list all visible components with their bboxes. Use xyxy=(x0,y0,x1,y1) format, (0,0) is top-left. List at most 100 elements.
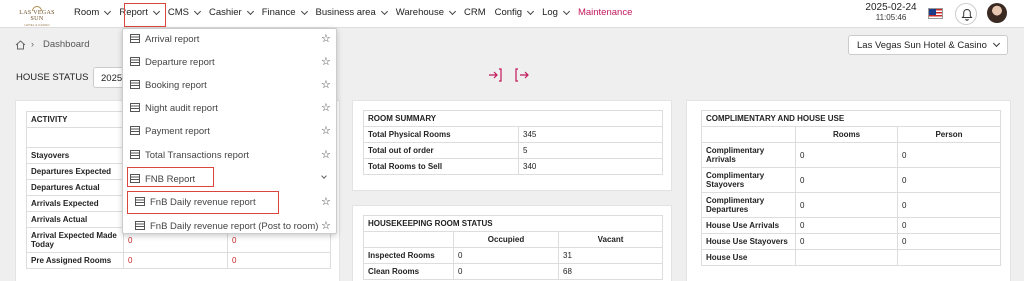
star-outline-icon[interactable]: ☆ xyxy=(321,57,331,68)
chevron-down-icon xyxy=(448,7,457,15)
row-label: Total Rooms to Sell xyxy=(363,158,519,175)
check-out-icon[interactable] xyxy=(514,67,530,83)
star-outline-icon[interactable]: ☆ xyxy=(321,34,331,45)
nav-cashier[interactable]: Cashier xyxy=(208,7,254,18)
housekeeping-title: HOUSEKEEPING ROOM STATUS xyxy=(363,215,663,232)
chevron-down-icon xyxy=(380,7,388,15)
table-row: Total out of order 5 xyxy=(363,142,663,159)
star-outline-icon[interactable]: ☆ xyxy=(321,126,331,137)
nav-maintenance[interactable]: Maintenance xyxy=(578,7,632,18)
activity-header-empty xyxy=(26,127,124,148)
report-highlight-box xyxy=(124,3,166,27)
notification-button[interactable] xyxy=(955,3,977,25)
list-icon xyxy=(130,126,140,135)
star-outline-icon[interactable]: ☆ xyxy=(321,197,331,208)
table-row: Complimentary Departures 0 0 xyxy=(701,192,1001,218)
nav-crm-label: CRM xyxy=(463,7,486,18)
nav-cms[interactable]: CMS xyxy=(167,7,202,18)
nav-cms-label: CMS xyxy=(167,7,189,18)
cell-value: 0 xyxy=(123,252,228,269)
cell-value xyxy=(795,249,898,266)
row-label: Arrivals Expected xyxy=(26,195,124,212)
nav-finance[interactable]: Finance xyxy=(261,7,308,18)
nav-cashier-label: Cashier xyxy=(208,7,242,18)
nav-config-label: Config xyxy=(494,7,523,18)
cell-value: 0 xyxy=(897,192,1001,218)
logo-line1: LAS VEGAS SUN xyxy=(19,10,55,22)
cell-value: 0 xyxy=(897,233,1001,250)
hotel-logo[interactable]: LAS VEGAS SUN HOTEL & CASINO xyxy=(12,6,62,27)
menu-item-payment-report[interactable]: Payment report ☆ xyxy=(123,121,336,143)
cell-value: 0 xyxy=(795,192,898,218)
us-flag-icon[interactable] xyxy=(928,8,943,19)
nav-finance-label: Finance xyxy=(261,7,296,18)
chevron-down-icon xyxy=(300,7,308,15)
star-outline-icon[interactable]: ☆ xyxy=(321,221,331,232)
menu-item-label: Night audit report xyxy=(145,103,218,114)
cell-value: 5 xyxy=(518,142,663,159)
cell-value: 0 xyxy=(795,217,898,234)
list-icon xyxy=(130,57,140,66)
menu-item-label: Payment report xyxy=(145,126,210,137)
menu-item-night-audit-report[interactable]: Night audit report ☆ xyxy=(123,98,336,120)
check-in-icon[interactable] xyxy=(487,67,503,83)
nav-business-area[interactable]: Business area xyxy=(316,7,388,18)
nav-warehouse[interactable]: Warehouse xyxy=(395,7,457,18)
menu-item-label: Total Transactions report xyxy=(145,150,250,161)
row-label: Total Physical Rooms xyxy=(363,126,519,143)
breadcrumb-dashboard[interactable]: Dashboard xyxy=(43,39,89,50)
row-label: Complimentary Stayovers xyxy=(701,167,796,193)
fnb-daily-revenue-highlight-box xyxy=(127,191,279,214)
row-label: Arrivals Actual xyxy=(26,211,124,228)
nav-room[interactable]: Room xyxy=(74,7,112,18)
chevron-right-icon: › xyxy=(31,39,34,49)
avatar[interactable] xyxy=(987,3,1007,23)
nav-maintenance-label: Maintenance xyxy=(577,7,633,18)
row-label: Stayovers xyxy=(26,147,124,164)
cell-value: 0 xyxy=(897,167,1001,193)
list-icon xyxy=(130,103,140,112)
chevron-down-icon[interactable] xyxy=(321,173,327,179)
fnb-report-highlight-box xyxy=(127,167,214,187)
cell-value: 340 xyxy=(518,158,663,175)
nav-crm[interactable]: CRM xyxy=(464,7,486,18)
nav-warehouse-label: Warehouse xyxy=(395,7,444,18)
table-row: Pre Assigned Rooms 0 0 xyxy=(26,252,331,269)
row-label: Clean Rooms xyxy=(363,263,454,280)
complimentary-title: COMPLIMENTARY AND HOUSE USE xyxy=(701,110,1001,127)
table-row: Clean Rooms 0 68 xyxy=(363,263,663,280)
row-label: Complimentary Arrivals xyxy=(701,142,796,168)
home-icon[interactable] xyxy=(15,40,26,50)
header-time: 11:05:46 xyxy=(875,13,907,22)
star-outline-icon[interactable]: ☆ xyxy=(321,150,331,161)
nav-log[interactable]: Log xyxy=(542,7,570,18)
complimentary-card: COMPLIMENTARY AND HOUSE USE Rooms Person … xyxy=(686,100,1011,281)
row-label: Total out of order xyxy=(363,142,519,159)
row-label: Pre Assigned Rooms xyxy=(26,252,124,269)
list-icon xyxy=(135,221,145,230)
row-label: Complimentary Departures xyxy=(701,192,796,218)
cell-value: 0 xyxy=(795,167,898,193)
menu-item-departure-report[interactable]: Departure report ☆ xyxy=(123,52,336,74)
table-row: House Use Stayovers 0 0 xyxy=(701,233,1001,250)
table-row: Total Rooms to Sell 340 xyxy=(363,158,663,175)
menu-item-fnb-daily-revenue-post-to-room[interactable]: FnB Daily revenue report (Post to room) … xyxy=(123,216,336,238)
star-outline-icon[interactable]: ☆ xyxy=(321,103,331,114)
logo-line2: HOTEL & CASINO xyxy=(24,23,50,27)
row-label: Inspected Rooms xyxy=(363,247,454,264)
menu-item-arrival-report[interactable]: Arrival report ☆ xyxy=(123,29,336,51)
header-date: 2025-02-24 xyxy=(865,2,917,13)
menu-item-total-transactions-report[interactable]: Total Transactions report ☆ xyxy=(123,145,336,167)
cell-value: 0 xyxy=(897,217,1001,234)
top-navbar: LAS VEGAS SUN HOTEL & CASINO Room Report… xyxy=(0,0,1024,28)
column-header-rooms: Rooms xyxy=(795,126,898,143)
row-label: House Use Stayovers xyxy=(701,233,796,250)
star-outline-icon[interactable]: ☆ xyxy=(321,80,331,91)
menu-item-booking-report[interactable]: Booking report ☆ xyxy=(123,75,336,97)
row-label: Departures Expected xyxy=(26,163,124,180)
list-icon xyxy=(130,80,140,89)
hotel-select[interactable]: Las Vegas Sun Hotel & Casino xyxy=(848,35,1008,55)
bell-icon xyxy=(961,8,973,21)
nav-config[interactable]: Config xyxy=(494,7,535,18)
menu-item-label: Arrival report xyxy=(145,34,200,45)
